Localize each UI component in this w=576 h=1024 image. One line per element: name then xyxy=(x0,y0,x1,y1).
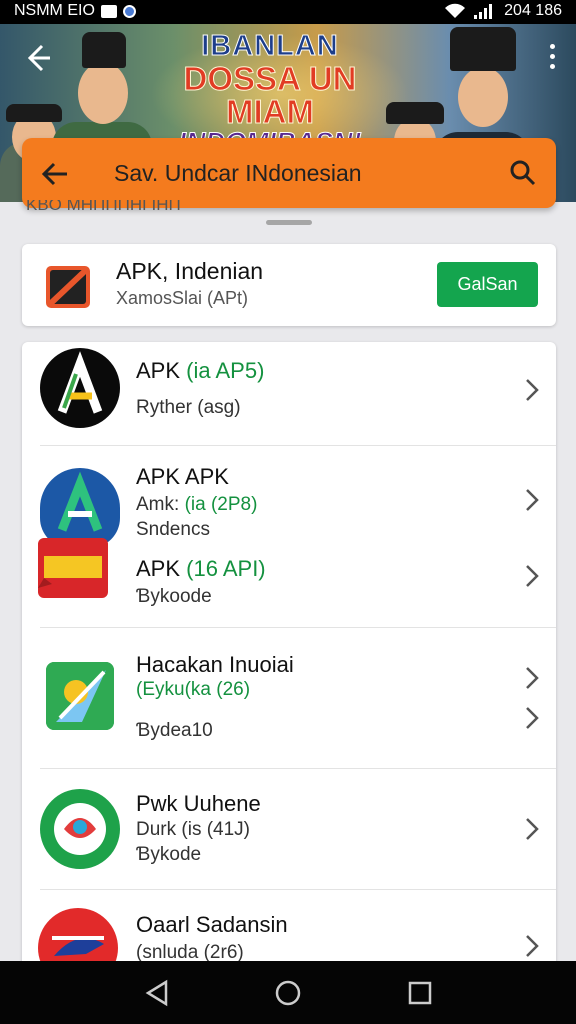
chevron-right-icon[interactable] xyxy=(524,564,540,588)
banner-back-arrow-icon[interactable] xyxy=(22,42,54,74)
search-input[interactable]: Sav. Undcar INdonesian xyxy=(114,160,362,187)
app-title: Pwk Uuhene xyxy=(136,791,261,816)
list-item-group[interactable]: APK APK Amk: (ia (2P8) Sndencs APK (16 A… xyxy=(22,446,556,628)
search-bar[interactable]: Sav. Undcar INdonesian xyxy=(22,138,556,208)
status-left: NSMM ΕΙΟ xyxy=(14,2,136,20)
search-back-arrow-icon[interactable] xyxy=(40,159,70,189)
chevron-right-icon[interactable] xyxy=(524,706,540,730)
chevron-right-icon[interactable] xyxy=(524,666,540,690)
featured-app-title: APK, Indenian xyxy=(116,258,264,284)
clock: 204 186 xyxy=(504,2,562,19)
app-subtitle: Ɓykode xyxy=(136,844,202,865)
notification-icon xyxy=(100,4,117,18)
status-bar: NSMM ΕΙΟ 204 186 xyxy=(0,0,576,24)
a-logo-icon xyxy=(40,348,120,428)
wifi-icon xyxy=(445,3,466,18)
get-button[interactable]: GalSan xyxy=(437,262,538,307)
app-list: APK (ia AP5) Ryther (asg) APK APK Amk: (… xyxy=(22,342,556,982)
app-subtitle: Ɓydea10 xyxy=(136,720,213,741)
app-version: Durk (is (41J) xyxy=(136,819,251,840)
chevron-right-icon[interactable] xyxy=(524,488,540,512)
chevron-right-icon[interactable] xyxy=(524,817,540,841)
status-right: 204 186 xyxy=(444,2,562,20)
app-title: APK (16 API) xyxy=(136,556,266,581)
section-heading: ΚΒΟ ΜΗΠΠΠΗΓΙΗΠ xyxy=(26,200,181,214)
red-ribbon-icon xyxy=(38,538,108,598)
back-triangle-icon[interactable] xyxy=(140,976,174,1010)
banner-title-line1: IBANLAN xyxy=(201,30,339,62)
app-title: Hacakan Inuoiai xyxy=(136,652,294,677)
drag-handle[interactable] xyxy=(266,220,312,225)
featured-app-icon xyxy=(46,266,90,308)
carrier-label: NSMM ΕΙΟ xyxy=(14,2,95,19)
list-item[interactable]: Hacakan Inuoiai (Eyku(ka (26) Ɓydea10 xyxy=(22,628,556,769)
list-item[interactable]: APK (ia AP5) Ryther (asg) xyxy=(22,342,556,446)
app-notification-icon xyxy=(122,4,136,18)
overflow-menu-icon[interactable] xyxy=(546,44,558,72)
app-subtitle: Sndencs xyxy=(136,519,210,540)
app-title: APK APK xyxy=(136,464,229,489)
navigation-bar xyxy=(0,961,576,1024)
featured-app-subtitle: XamosSlai (APt) xyxy=(116,288,249,308)
recents-square-icon[interactable] xyxy=(403,976,437,1010)
green-badge-icon xyxy=(40,789,120,869)
signal-icon xyxy=(474,4,493,19)
banner-title-line2: DOSSA UN MIAM xyxy=(183,60,357,130)
app-subtitle: Ɓykoode xyxy=(136,586,212,607)
list-item[interactable]: Pwk Uuhene Durk (is (41J) Ɓykode xyxy=(22,769,556,890)
home-circle-icon[interactable] xyxy=(271,976,305,1010)
chevron-right-icon[interactable] xyxy=(524,378,540,402)
search-icon[interactable] xyxy=(508,158,538,188)
app-version: Amk: (ia (2P8) xyxy=(136,494,258,515)
app-version: (Eyku(ka (26) xyxy=(136,679,251,700)
app-subtitle: Ryther (asg) xyxy=(136,397,241,418)
chevron-right-icon[interactable] xyxy=(524,934,540,958)
app-title: Oaarl Sadansin xyxy=(136,912,288,937)
app-title: APK (ia AP5) xyxy=(136,358,265,383)
maps-icon xyxy=(46,662,114,730)
featured-app-card[interactable]: APK, Indenian XamosSlai (APt) GalSan xyxy=(22,244,556,326)
a-shield-icon xyxy=(40,468,120,548)
